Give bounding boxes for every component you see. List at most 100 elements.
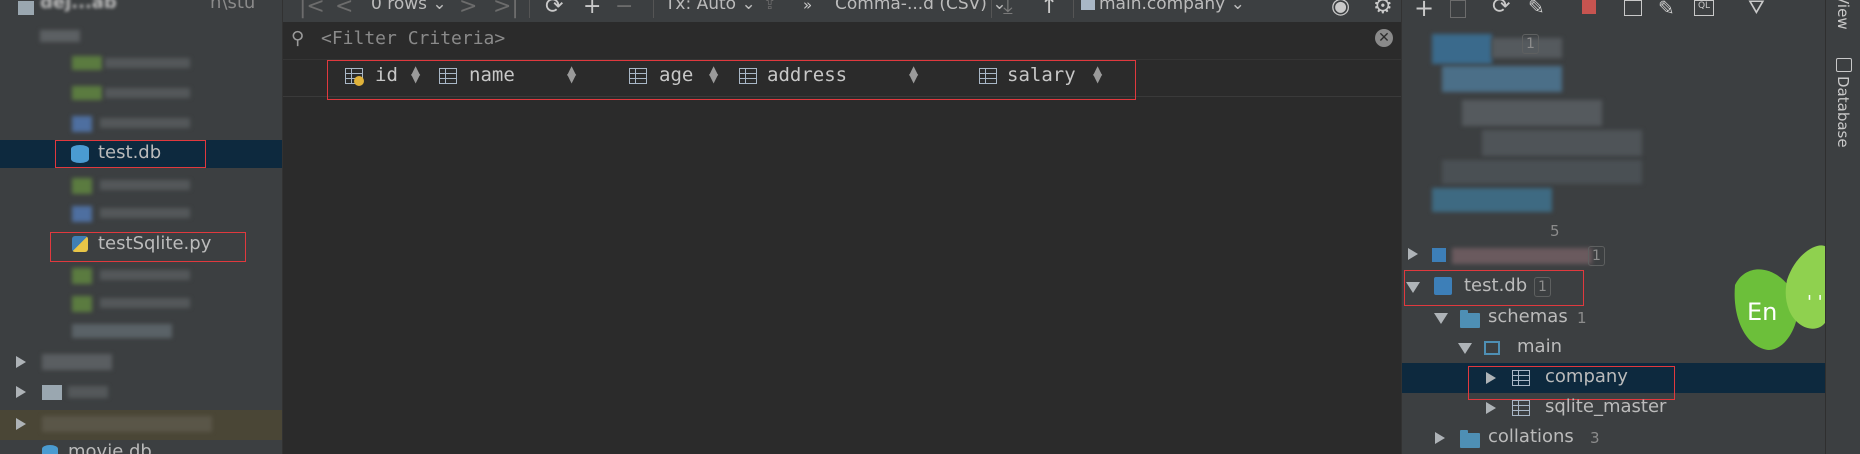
redacted-row <box>72 178 92 194</box>
redacted-row <box>1442 66 1562 92</box>
redacted-row <box>42 354 112 370</box>
data-editor: |< < 0 rows ⌄ > >| ⟳ + − Tx: Auto ⌄ ⇪ » … <box>283 0 1401 454</box>
double-chevron-icon[interactable]: » <box>803 0 812 14</box>
redacted-row <box>1482 130 1642 156</box>
copy-icon[interactable] <box>1450 0 1466 18</box>
export-format-label: Comma-...d (CSV) <box>835 0 987 14</box>
last-page-icon[interactable]: >| <box>493 0 519 19</box>
project-root-label: dej...ab <box>40 0 117 13</box>
redacted-row <box>72 324 172 338</box>
table-icon <box>1512 400 1530 416</box>
highlight-box <box>55 140 206 168</box>
database-tab[interactable]: Database <box>1834 76 1852 148</box>
schema-icon <box>1484 341 1500 355</box>
rows-label: 0 rows <box>371 0 427 14</box>
toolbar-divider <box>1073 0 1074 18</box>
filter-bar: ⚲ <Filter Criteria> ✕ <box>283 23 1401 60</box>
tree-item-sqlite-master[interactable]: sqlite_master <box>1402 393 1826 423</box>
clear-filter-icon[interactable]: ✕ <box>1375 29 1393 47</box>
expand-arrow-icon[interactable] <box>16 386 26 398</box>
table-icon <box>1081 0 1095 10</box>
redacted-row <box>42 416 212 432</box>
redacted-row <box>68 386 108 398</box>
count-badge: 1 <box>1588 246 1605 266</box>
table-sqlite-master-label: sqlite_master <box>1545 396 1667 417</box>
first-page-icon[interactable]: |< <box>299 0 325 19</box>
redacted-row <box>72 206 92 222</box>
expand-arrow-icon[interactable] <box>16 356 26 368</box>
data-toolbar: |< < 0 rows ⌄ > >| ⟳ + − Tx: Auto ⌄ ⇪ » … <box>283 0 1401 22</box>
highlight-box <box>327 60 1136 100</box>
refresh-icon[interactable]: ⟳ <box>545 0 563 19</box>
export-format-selector[interactable]: Comma-...d (CSV) ⌄ <box>835 0 1007 14</box>
delete-row-icon[interactable]: − <box>615 0 633 19</box>
refresh-icon[interactable]: ⟳ <box>1492 0 1510 19</box>
ime-indicator[interactable]: En ' ' <box>1727 240 1826 360</box>
add-row-icon[interactable]: + <box>583 0 601 19</box>
properties-icon[interactable]: ✎ <box>1528 0 1545 19</box>
redacted-row <box>100 208 190 218</box>
highlight-box <box>1404 270 1584 306</box>
search-icon[interactable]: ⚲ <box>291 28 304 49</box>
previous-page-icon[interactable]: < <box>335 0 353 19</box>
folder-icon <box>18 1 34 15</box>
filter-icon[interactable]: ⛛ <box>1748 0 1765 19</box>
database-tab-icon <box>1836 58 1852 72</box>
download-icon[interactable]: ⤓ <box>1003 0 1013 19</box>
add-icon[interactable]: + <box>1414 0 1434 22</box>
expand-arrow-icon[interactable] <box>1435 432 1445 444</box>
redacted-row <box>100 118 190 128</box>
toolbar-divider <box>529 0 530 18</box>
redacted-row <box>100 298 190 308</box>
collapse-arrow-icon[interactable] <box>1434 313 1448 324</box>
project-root-row[interactable]: dej...ab n\stu <box>0 0 282 30</box>
redacted-row <box>72 296 92 312</box>
redacted-row <box>100 180 190 190</box>
next-page-icon[interactable]: > <box>459 0 477 19</box>
sql-console-icon[interactable]: QL <box>1694 0 1714 16</box>
expand-arrow-icon[interactable] <box>1486 402 1496 414</box>
table-editor-icon[interactable] <box>1624 0 1642 16</box>
edit-icon[interactable]: ✎ <box>1658 0 1675 20</box>
redacted-row <box>1442 160 1642 184</box>
collations-label: collations <box>1488 426 1574 447</box>
filter-input[interactable]: <Filter Criteria> <box>321 28 505 49</box>
stop-icon[interactable] <box>1582 0 1596 14</box>
schemas-label: schemas <box>1488 306 1568 327</box>
tree-item-label: movie.db <box>68 441 152 454</box>
toolbar-divider <box>991 0 992 18</box>
schema-main-label: main <box>1517 336 1562 357</box>
table-selector[interactable]: main.company ⌄ <box>1099 0 1245 14</box>
database-icon <box>1432 248 1446 262</box>
transaction-mode-selector[interactable]: Tx: Auto ⌄ <box>665 0 756 14</box>
chevron-down-icon: ⌄ <box>432 0 447 14</box>
row-count: 5 <box>1550 222 1560 240</box>
tx-label: Tx: Auto <box>665 0 737 14</box>
redacted-row <box>1452 248 1592 264</box>
count-badge: 1 <box>1522 34 1539 54</box>
project-panel: dej...ab n\stu test.db testSqlite.py mov… <box>0 0 283 454</box>
view-tab[interactable]: View <box>1834 0 1852 30</box>
view-eye-icon[interactable]: ◉ <box>1331 0 1350 19</box>
toolbar-divider <box>653 0 654 18</box>
table-selector-label: main.company <box>1099 0 1226 14</box>
ime-dots: ' ' <box>1807 292 1823 313</box>
expand-arrow-icon[interactable] <box>1408 248 1418 260</box>
expand-arrow-icon[interactable] <box>16 418 26 430</box>
upload-icon[interactable]: ↑ <box>1040 0 1058 19</box>
gear-icon[interactable]: ⚙ <box>1373 0 1393 19</box>
commit-icon[interactable]: ⇪ <box>763 0 776 13</box>
redacted-row <box>105 58 190 68</box>
tree-item-collations[interactable]: collations 3 <box>1402 423 1826 453</box>
redacted-row <box>72 56 102 70</box>
chevron-down-icon: ⌄ <box>741 0 756 14</box>
folder-icon <box>1460 310 1480 328</box>
redacted-row <box>40 30 80 42</box>
collapse-arrow-icon[interactable] <box>1458 343 1472 354</box>
ime-language-label: En <box>1747 298 1778 326</box>
redacted-row <box>1462 100 1602 126</box>
redacted-row <box>100 270 190 280</box>
tree-item-movie-db[interactable]: movie.db <box>0 440 282 454</box>
chevron-down-icon: ⌄ <box>1230 0 1245 14</box>
rows-selector[interactable]: 0 rows ⌄ <box>371 0 447 14</box>
